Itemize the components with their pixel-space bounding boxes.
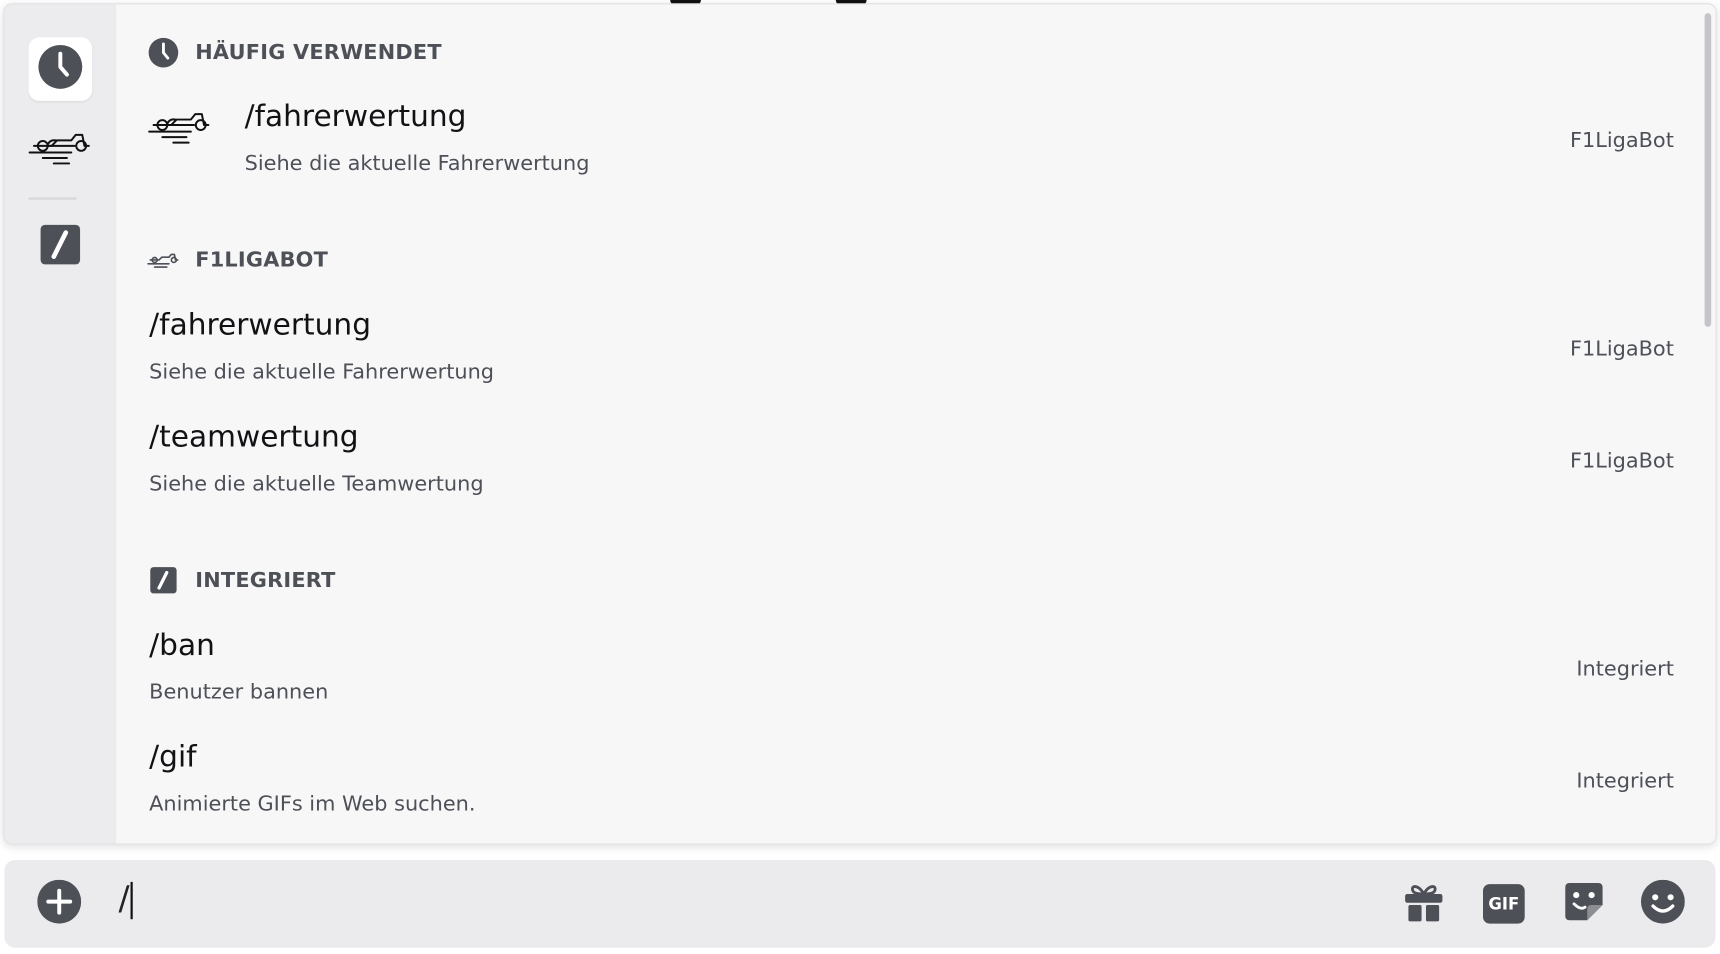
rail-divider bbox=[28, 197, 77, 200]
command-autocomplete-popup: HÄUFIG VERWENDET /fahrerwertung Siehe di… bbox=[3, 3, 1717, 845]
message-input-bar: / GIF bbox=[4, 859, 1716, 948]
slash-command-icon bbox=[39, 224, 81, 270]
command-row[interactable]: /fahrerwertung Siehe die aktuelle Fahrer… bbox=[116, 296, 1696, 406]
category-rail bbox=[4, 4, 117, 844]
command-description: Siehe die aktuelle Teamwertung bbox=[149, 471, 484, 496]
clock-icon bbox=[147, 36, 180, 69]
command-source: F1LigaBot bbox=[1569, 336, 1674, 361]
rail-frequent-button[interactable] bbox=[28, 37, 93, 101]
scrollbar[interactable] bbox=[1704, 13, 1712, 327]
command-source: Integriert bbox=[1576, 768, 1674, 794]
section-frequent-header: HÄUFIG VERWENDET bbox=[147, 36, 442, 69]
rail-builtin-button[interactable] bbox=[29, 215, 93, 279]
emoji-icon bbox=[1640, 879, 1685, 928]
command-source: F1LigaBot bbox=[1569, 448, 1674, 473]
sticker-button[interactable] bbox=[1562, 882, 1606, 926]
command-name: /teamwertung bbox=[149, 420, 359, 455]
command-description: Siehe die aktuelle Fahrerwertung bbox=[149, 359, 495, 384]
command-source: F1LigaBot bbox=[1569, 128, 1674, 153]
command-row[interactable]: /gif Animierte GIFs im Web suchen. Integ… bbox=[116, 728, 1696, 838]
message-input[interactable]: / bbox=[118, 879, 133, 919]
command-description: Siehe die aktuelle Fahrerwertung bbox=[244, 151, 590, 176]
command-row[interactable]: /ban Benutzer bannen Integriert bbox=[116, 616, 1696, 726]
command-name: /fahrerwertung bbox=[149, 308, 372, 343]
emoji-button[interactable] bbox=[1640, 879, 1685, 928]
section-title: INTEGRIERT bbox=[195, 568, 336, 593]
section-builtin-header: INTEGRIERT bbox=[147, 564, 336, 597]
command-source: Integriert bbox=[1576, 657, 1674, 682]
message-input-text: / bbox=[118, 879, 130, 919]
section-title: HÄUFIG VERWENDET bbox=[195, 40, 442, 65]
section-title: F1LIGABOT bbox=[195, 247, 329, 273]
command-name: /ban bbox=[149, 628, 215, 663]
race-car-icon bbox=[147, 244, 180, 277]
gift-button[interactable] bbox=[1402, 882, 1446, 926]
race-car-icon bbox=[147, 103, 213, 151]
command-row[interactable]: /fahrerwertung Siehe die aktuelle Fahrer… bbox=[116, 88, 1696, 198]
command-name: /fahrerwertung bbox=[244, 99, 467, 134]
text-caret bbox=[130, 881, 133, 919]
clock-icon bbox=[37, 44, 83, 94]
command-description: Animierte GIFs im Web suchen. bbox=[149, 791, 476, 817]
slash-command-icon bbox=[147, 564, 180, 597]
gif-button[interactable]: GIF bbox=[1482, 882, 1526, 926]
gift-icon bbox=[1403, 881, 1445, 927]
section-f1ligabot-header: F1LIGABOT bbox=[147, 244, 328, 277]
sticker-icon bbox=[1563, 881, 1605, 927]
race-car-icon bbox=[27, 126, 93, 170]
add-icon bbox=[37, 879, 82, 928]
gif-label: GIF bbox=[1488, 893, 1520, 914]
add-attachment-button[interactable] bbox=[37, 879, 82, 928]
command-description: Benutzer bannen bbox=[149, 680, 329, 705]
rail-f1ligabot-button[interactable] bbox=[27, 116, 93, 180]
gif-icon: GIF bbox=[1483, 884, 1525, 924]
command-row[interactable]: /teamwertung Siehe die aktuelle Teamwert… bbox=[116, 408, 1696, 518]
command-name: /gif bbox=[149, 740, 197, 775]
